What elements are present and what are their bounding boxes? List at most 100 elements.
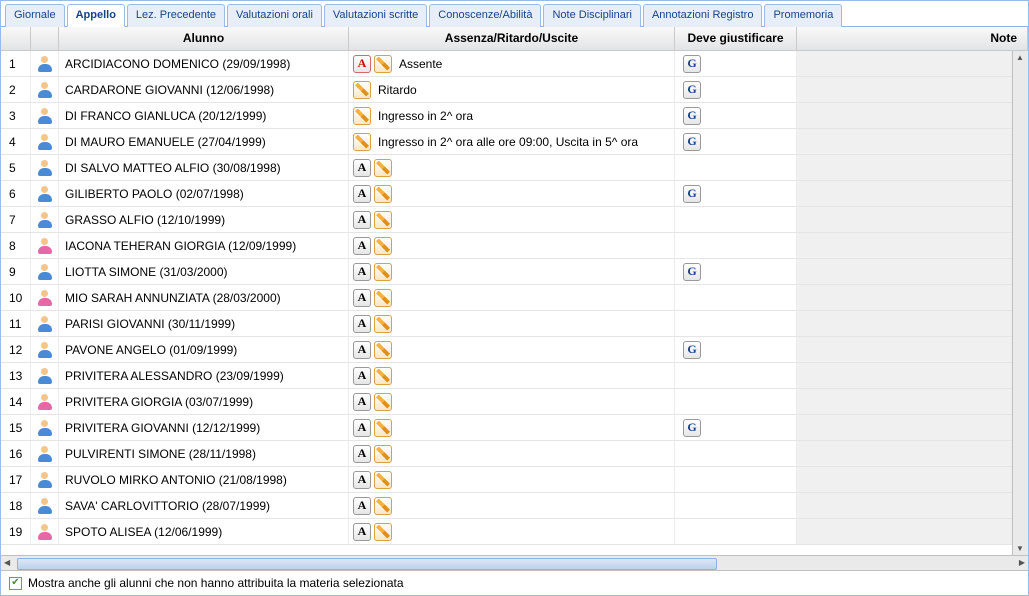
note-cell[interactable] xyxy=(797,363,1012,388)
table-row[interactable]: 6GILIBERTO PAOLO (02/07/1998)AG xyxy=(1,181,1012,207)
table-row[interactable]: 18SAVA' CARLOVITTORIO (28/07/1999)A xyxy=(1,493,1012,519)
note-cell[interactable] xyxy=(797,519,1012,544)
absence-button[interactable]: A xyxy=(353,419,371,437)
edit-button[interactable] xyxy=(374,471,392,489)
table-row[interactable]: 12PAVONE ANGELO (01/09/1999)AG xyxy=(1,337,1012,363)
absence-button[interactable]: A xyxy=(353,237,371,255)
absence-button[interactable]: A xyxy=(353,55,371,73)
tab-annotazioni-registro[interactable]: Annotazioni Registro xyxy=(643,4,763,27)
show-all-checkbox[interactable] xyxy=(9,577,22,590)
tab-appello[interactable]: Appello xyxy=(67,4,125,27)
justify-button[interactable]: G xyxy=(683,133,701,151)
absence-button[interactable]: A xyxy=(353,523,371,541)
note-cell[interactable] xyxy=(797,181,1012,206)
table-row[interactable]: 9LIOTTA SIMONE (31/03/2000)AG xyxy=(1,259,1012,285)
note-cell[interactable] xyxy=(797,389,1012,414)
table-row[interactable]: 3DI FRANCO GIANLUCA (20/12/1999)Ingresso… xyxy=(1,103,1012,129)
note-cell[interactable] xyxy=(797,233,1012,258)
note-cell[interactable] xyxy=(797,493,1012,518)
note-cell[interactable] xyxy=(797,155,1012,180)
note-cell[interactable] xyxy=(797,467,1012,492)
table-row[interactable]: 14PRIVITERA GIORGIA (03/07/1999)A xyxy=(1,389,1012,415)
note-cell[interactable] xyxy=(797,415,1012,440)
note-cell[interactable] xyxy=(797,441,1012,466)
note-cell[interactable] xyxy=(797,77,1012,102)
justify-button[interactable]: G xyxy=(683,55,701,73)
edit-button[interactable] xyxy=(353,133,371,151)
table-row[interactable]: 15PRIVITERA GIOVANNI (12/12/1999)AG xyxy=(1,415,1012,441)
header-giustificare[interactable]: Deve giustificare xyxy=(675,27,797,50)
table-row[interactable]: 19SPOTO ALISEA (12/06/1999)A xyxy=(1,519,1012,545)
table-row[interactable]: 16PULVIRENTI SIMONE (28/11/1998)A xyxy=(1,441,1012,467)
note-cell[interactable] xyxy=(797,311,1012,336)
absence-button[interactable]: A xyxy=(353,185,371,203)
edit-button[interactable] xyxy=(374,445,392,463)
table-row[interactable]: 11PARISI GIOVANNI (30/11/1999)A xyxy=(1,311,1012,337)
tab-valutazioni-scritte[interactable]: Valutazioni scritte xyxy=(324,4,427,27)
edit-button[interactable] xyxy=(374,497,392,515)
note-cell[interactable] xyxy=(797,51,1012,76)
horizontal-scrollbar[interactable] xyxy=(1,555,1028,571)
absence-button[interactable]: A xyxy=(353,497,371,515)
table-row[interactable]: 13PRIVITERA ALESSANDRO (23/09/1999)A xyxy=(1,363,1012,389)
edit-button[interactable] xyxy=(353,107,371,125)
edit-button[interactable] xyxy=(374,419,392,437)
note-cell[interactable] xyxy=(797,207,1012,232)
table-row[interactable]: 4DI MAURO EMANUELE (27/04/1999)Ingresso … xyxy=(1,129,1012,155)
edit-button[interactable] xyxy=(374,523,392,541)
table-row[interactable]: 17RUVOLO MIRKO ANTONIO (21/08/1998)A xyxy=(1,467,1012,493)
edit-button[interactable] xyxy=(374,55,392,73)
absence-button[interactable]: A xyxy=(353,263,371,281)
table-row[interactable]: 10MIO SARAH ANNUNZIATA (28/03/2000)A xyxy=(1,285,1012,311)
header-assenza[interactable]: Assenza/Ritardo/Uscite xyxy=(349,27,675,50)
absence-button[interactable]: A xyxy=(353,315,371,333)
header-note[interactable]: Note xyxy=(797,27,1028,50)
header-icon[interactable] xyxy=(31,27,59,50)
edit-button[interactable] xyxy=(374,393,392,411)
edit-button[interactable] xyxy=(374,367,392,385)
table-row[interactable]: 2CARDARONE GIOVANNI (12/06/1998)RitardoG xyxy=(1,77,1012,103)
table-row[interactable]: 1ARCIDIACONO DOMENICO (29/09/1998)AAssen… xyxy=(1,51,1012,77)
table-row[interactable]: 7GRASSO ALFIO (12/10/1999)A xyxy=(1,207,1012,233)
tab-giornale[interactable]: Giornale xyxy=(5,4,65,27)
edit-button[interactable] xyxy=(374,237,392,255)
absence-button[interactable]: A xyxy=(353,289,371,307)
justify-button[interactable]: G xyxy=(683,263,701,281)
header-alunno[interactable]: Alunno xyxy=(59,27,349,50)
edit-button[interactable] xyxy=(374,315,392,333)
absence-button[interactable]: A xyxy=(353,445,371,463)
absence-button[interactable]: A xyxy=(353,471,371,489)
table-row[interactable]: 5DI SALVO MATTEO ALFIO (30/08/1998)A xyxy=(1,155,1012,181)
edit-button[interactable] xyxy=(374,159,392,177)
justify-button[interactable]: G xyxy=(683,81,701,99)
note-cell[interactable] xyxy=(797,103,1012,128)
note-cell[interactable] xyxy=(797,259,1012,284)
tab-note-disciplinari[interactable]: Note Disciplinari xyxy=(543,4,640,27)
tab-lez-precedente[interactable]: Lez. Precedente xyxy=(127,4,225,27)
absence-button[interactable]: A xyxy=(353,367,371,385)
note-cell[interactable] xyxy=(797,337,1012,362)
justify-button[interactable]: G xyxy=(683,341,701,359)
vertical-scrollbar[interactable] xyxy=(1012,51,1028,555)
table-row[interactable]: 8IACONA TEHERAN GIORGIA (12/09/1999)A xyxy=(1,233,1012,259)
absence-button[interactable]: A xyxy=(353,393,371,411)
tab-promemoria[interactable]: Promemoria xyxy=(764,4,842,27)
edit-button[interactable] xyxy=(374,289,392,307)
justify-button[interactable]: G xyxy=(683,419,701,437)
tab-conoscenze-abilit-[interactable]: Conoscenze/Abilità xyxy=(429,4,541,27)
absence-button[interactable]: A xyxy=(353,211,371,229)
note-cell[interactable] xyxy=(797,129,1012,154)
tab-valutazioni-orali[interactable]: Valutazioni orali xyxy=(227,4,322,27)
justify-button[interactable]: G xyxy=(683,185,701,203)
edit-button[interactable] xyxy=(353,81,371,99)
scrollbar-thumb[interactable] xyxy=(17,558,717,570)
edit-button[interactable] xyxy=(374,211,392,229)
edit-button[interactable] xyxy=(374,185,392,203)
edit-button[interactable] xyxy=(374,263,392,281)
edit-button[interactable] xyxy=(374,341,392,359)
justify-button[interactable]: G xyxy=(683,107,701,125)
absence-button[interactable]: A xyxy=(353,159,371,177)
note-cell[interactable] xyxy=(797,285,1012,310)
absence-button[interactable]: A xyxy=(353,341,371,359)
header-number[interactable] xyxy=(1,27,31,50)
